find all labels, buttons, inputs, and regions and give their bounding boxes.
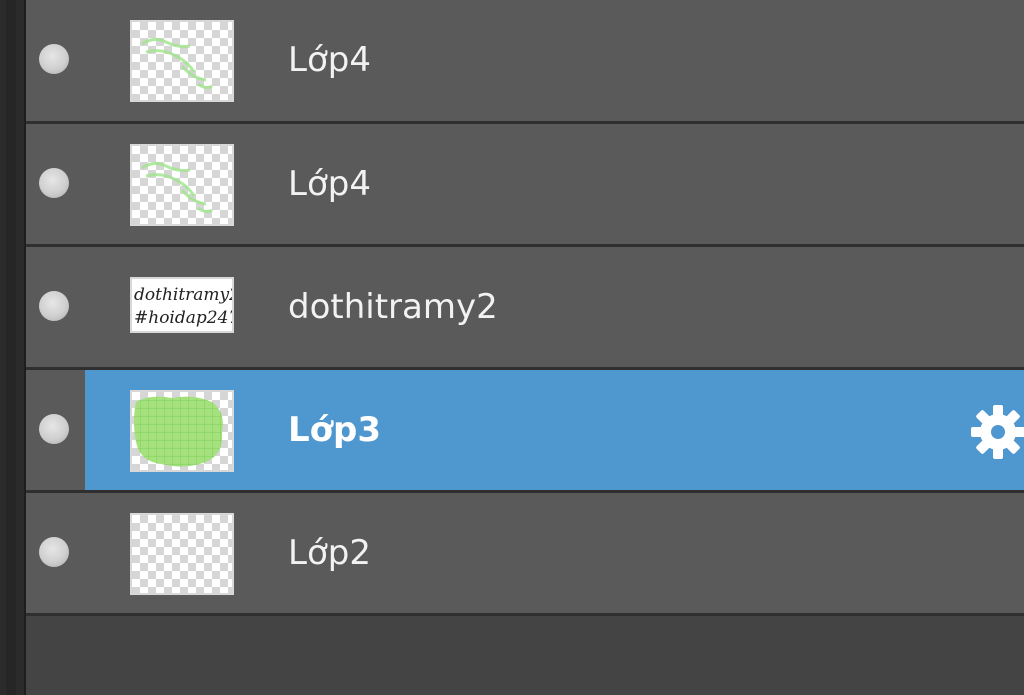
layer-name: Lớp4 [288, 164, 371, 204]
layer-name: Lớp2 [288, 533, 371, 573]
layer-name: Lớp4 [288, 40, 371, 80]
visibility-dot-icon[interactable] [39, 168, 69, 198]
text-layer-thumbnail: dothitramy2 #hoidap247 [130, 277, 234, 333]
layers-panel: Lớp4 Lớp4 dothitramy2 #hoidap247 dothitr… [0, 0, 1024, 695]
visibility-dot-icon[interactable] [39, 414, 69, 444]
layer-name: dothitramy2 [288, 287, 498, 327]
visibility-dot-icon[interactable] [39, 44, 69, 74]
layer-thumbnail [130, 144, 234, 226]
layer-row-selected[interactable]: Lớp3 [26, 370, 1024, 493]
layer-thumbnail [130, 20, 234, 102]
thumbnail-text-line-1: dothitramy2 [134, 285, 232, 305]
thumbnail-text-line-2: #hoidap247 [134, 308, 232, 328]
layer-row[interactable]: Lớp4 [26, 0, 1024, 124]
layer-row[interactable]: dothitramy2 #hoidap247 dothitramy2 [26, 247, 1024, 370]
visibility-dot-icon[interactable] [39, 537, 69, 567]
layer-row[interactable]: Lớp4 [26, 124, 1024, 247]
layer-thumbnail [130, 513, 234, 595]
gear-icon[interactable] [970, 404, 1024, 460]
panel-left-edge [0, 0, 26, 695]
visibility-dot-icon[interactable] [39, 291, 69, 321]
layer-name: Lớp3 [288, 410, 382, 450]
layer-list: Lớp4 Lớp4 dothitramy2 #hoidap247 dothitr… [26, 0, 1024, 695]
layer-thumbnail [130, 390, 234, 472]
layer-row[interactable]: Lớp2 [26, 493, 1024, 616]
layer-list-empty-area[interactable] [26, 616, 1024, 695]
